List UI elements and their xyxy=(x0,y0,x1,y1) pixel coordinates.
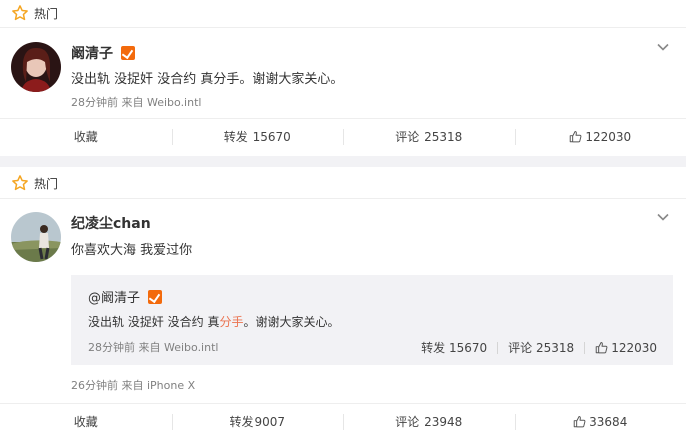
hot-label: 热门 xyxy=(34,176,59,191)
comment-label: 评论 xyxy=(395,130,420,144)
username[interactable]: 阚清子 xyxy=(71,43,135,63)
repost-count: 9007 xyxy=(254,414,286,429)
favorite-label: 收藏 xyxy=(73,415,98,429)
favorite-button[interactable]: 收藏 xyxy=(0,119,172,154)
hot-label: 热门 xyxy=(34,6,59,21)
repost-count: 15670 xyxy=(252,129,291,144)
thumbs-up-icon xyxy=(570,130,582,143)
post-text: 没出轨 没捉奸 没合约 真分手。谢谢大家关心。 xyxy=(71,72,344,87)
divider xyxy=(584,341,586,354)
action-bar: 收藏 转发 15670 评论 25318 122030 xyxy=(0,118,686,154)
favorite-label: 收藏 xyxy=(73,130,98,144)
repost-button[interactable]: 转发 9007 xyxy=(171,404,344,439)
avatar-image xyxy=(11,212,61,262)
star-icon xyxy=(12,5,28,21)
avatar[interactable] xyxy=(11,212,61,262)
comment-label: 评论 xyxy=(508,341,533,355)
quoted-post[interactable]: @阚清子 没出轨 没捉奸 没合约 真分手。谢谢大家关心。 28分钟前 来自 We… xyxy=(71,275,673,365)
quoted-text-part: 没出轨 没捉奸 没合约 真 xyxy=(88,315,220,329)
like-count: 122030 xyxy=(611,340,657,355)
quoted-text-highlight[interactable]: 分手 xyxy=(219,315,243,329)
quoted-username-text[interactable]: @阚清子 xyxy=(88,287,140,306)
divider xyxy=(0,198,686,199)
like-button[interactable]: 122030 xyxy=(514,119,686,154)
like-button[interactable]: 33684 xyxy=(514,404,686,439)
like-count: 122030 xyxy=(585,129,632,144)
quoted-comment-link[interactable]: 评论 25318 xyxy=(508,339,574,356)
comment-count: 25318 xyxy=(536,341,575,355)
chevron-down-icon[interactable] xyxy=(656,210,670,224)
repost-label: 转发 xyxy=(421,341,446,355)
comment-button[interactable]: 评论 25318 xyxy=(343,119,515,154)
like-count: 33684 xyxy=(589,414,628,429)
favorite-button[interactable]: 收藏 xyxy=(0,404,172,439)
divider xyxy=(497,341,499,354)
chevron-down-icon[interactable] xyxy=(656,40,670,54)
weibo-card-1: 热门 阚清子 没出轨 没捉奸 没合约 真分手。谢谢大家关心。 28分钟前 来自 … xyxy=(0,0,686,156)
post-meta[interactable]: 28分钟前 来自 Weibo.intl xyxy=(71,94,201,110)
divider xyxy=(0,27,686,28)
comment-count: 23948 xyxy=(424,414,463,429)
quoted-stats: 转发 15670 评论 25318 122030 xyxy=(421,339,657,356)
quoted-username[interactable]: @阚清子 xyxy=(88,287,163,306)
repost-button[interactable]: 转发 15670 xyxy=(171,119,344,154)
post-meta[interactable]: 26分钟前 来自 iPhone X xyxy=(71,377,195,393)
quoted-repost-link[interactable]: 转发 15670 xyxy=(421,339,487,356)
quoted-meta[interactable]: 28分钟前 来自 Weibo.intl xyxy=(88,339,218,355)
quoted-text: 没出轨 没捉奸 没合约 真分手。谢谢大家关心。 xyxy=(88,313,339,330)
thumbs-up-icon xyxy=(573,415,586,428)
verified-icon xyxy=(148,289,163,304)
hot-tag: 热门 xyxy=(11,2,58,24)
username[interactable]: 纪凌尘chan xyxy=(71,213,151,233)
repost-label: 转发 xyxy=(229,415,254,429)
quoted-like-link[interactable]: 122030 xyxy=(595,341,657,355)
username-text[interactable]: 纪凌尘chan xyxy=(71,213,151,233)
action-bar: 收藏 转发 9007 评论 23948 33684 xyxy=(0,403,686,439)
repost-count: 15670 xyxy=(448,341,488,355)
weibo-card-2: 热门 纪凌尘chan 你喜欢大海 我爱过你 @阚清子 没出轨 没捉奸 没合约 真… xyxy=(0,167,686,441)
comment-button[interactable]: 评论 23948 xyxy=(343,404,515,439)
star-icon xyxy=(12,175,28,191)
hot-tag: 热门 xyxy=(11,172,58,194)
username-text[interactable]: 阚清子 xyxy=(71,43,113,63)
thumbs-up-icon xyxy=(595,341,608,354)
quoted-text-part: 。谢谢大家关心。 xyxy=(243,315,340,329)
post-text: 你喜欢大海 我爱过你 xyxy=(71,243,193,258)
comment-label: 评论 xyxy=(395,415,420,429)
verified-icon xyxy=(121,46,135,60)
avatar-image xyxy=(11,42,61,92)
comment-count: 25318 xyxy=(424,129,463,144)
avatar[interactable] xyxy=(11,42,61,92)
repost-label: 转发 xyxy=(223,130,248,144)
